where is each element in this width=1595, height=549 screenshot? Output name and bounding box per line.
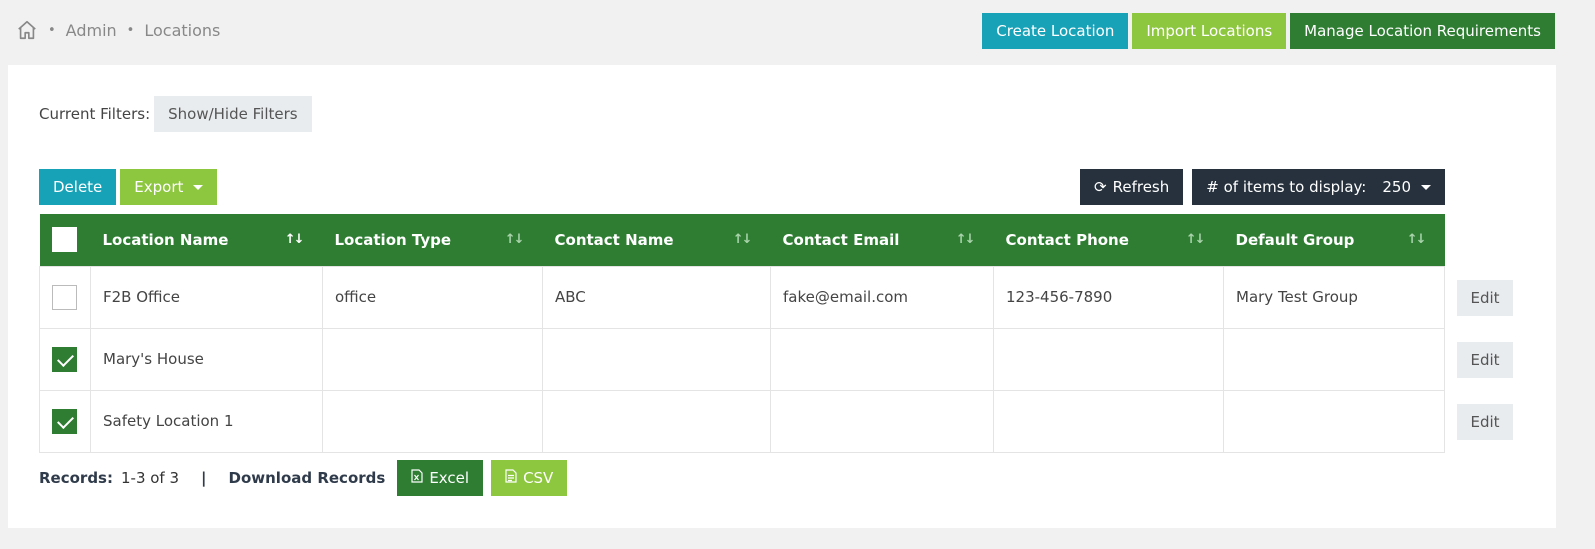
import-locations-button[interactable]: Import Locations: [1132, 13, 1287, 49]
cell-location-type: [322, 327, 543, 391]
items-per-page-label: # of items to display:: [1206, 178, 1367, 196]
cell-default-group: [1223, 389, 1445, 453]
locations-panel: Current Filters: Show/Hide Filters Delet…: [8, 65, 1556, 528]
sort-icon[interactable]: ↑↓: [505, 232, 525, 247]
row-checkbox[interactable]: [52, 346, 77, 372]
items-per-page-dropdown[interactable]: # of items to display: 250: [1192, 169, 1445, 205]
sort-icon[interactable]: ↑↓: [1186, 232, 1206, 247]
cell-contact-email: [770, 389, 994, 453]
breadcrumb: • Admin • Locations: [16, 19, 220, 41]
cell-default-group: [1223, 327, 1445, 391]
row-select-cell: [39, 389, 91, 453]
filters-bar: Current Filters: Show/Hide Filters: [39, 96, 312, 132]
records-label: Records:: [39, 469, 113, 487]
current-filters-label: Current Filters:: [39, 105, 151, 123]
sort-icon[interactable]: ↑↓: [285, 232, 305, 247]
manage-location-requirements-button[interactable]: Manage Location Requirements: [1290, 13, 1555, 49]
column-header-label: Contact Phone: [1005, 230, 1129, 249]
select-all-cell: [39, 214, 91, 266]
refresh-label: Refresh: [1112, 178, 1170, 196]
column-header-contact-phone[interactable]: Contact Phone ↑↓: [993, 214, 1224, 266]
csv-label: CSV: [523, 469, 554, 487]
breadcrumb-admin[interactable]: Admin: [66, 21, 117, 40]
delete-button[interactable]: Delete: [39, 169, 117, 205]
download-records-label: Download Records: [228, 469, 386, 487]
sort-icon[interactable]: ↑↓: [956, 232, 976, 247]
top-actions: Create Location Import Locations Manage …: [982, 13, 1555, 49]
list-actions: Delete Export: [39, 169, 218, 205]
row-edit-actions: Edit Edit Edit: [1457, 280, 1513, 440]
cell-default-group: Mary Test Group: [1223, 265, 1445, 329]
cell-location-type: [322, 389, 543, 453]
row-checkbox[interactable]: [52, 408, 77, 434]
cell-contact-email: fake@email.com: [770, 265, 994, 329]
refresh-button[interactable]: ⟳ Refresh: [1080, 169, 1184, 205]
show-hide-filters-button[interactable]: Show/Hide Filters: [154, 96, 312, 132]
row-select-cell: [39, 265, 91, 329]
locations-table: Location Name ↑↓ Location Type ↑↓ Contac…: [39, 214, 1445, 453]
cell-location-type: office: [322, 265, 543, 329]
caret-down-icon: [193, 184, 204, 190]
edit-button[interactable]: Edit: [1457, 404, 1513, 440]
table-row: Mary's House: [39, 327, 1445, 391]
breadcrumb-separator: •: [126, 22, 135, 38]
cell-contact-name: ABC: [542, 265, 771, 329]
column-header-contact-email[interactable]: Contact Email ↑↓: [770, 214, 994, 266]
sort-icon[interactable]: ↑↓: [1407, 232, 1427, 247]
create-location-button[interactable]: Create Location: [982, 13, 1129, 49]
excel-label: Excel: [429, 469, 470, 487]
column-header-label: Contact Email: [782, 230, 900, 249]
home-icon[interactable]: [16, 19, 38, 41]
display-actions: ⟳ Refresh # of items to display: 250: [1080, 169, 1445, 205]
column-header-location-type[interactable]: Location Type ↑↓: [322, 214, 543, 266]
column-header-location-name[interactable]: Location Name ↑↓: [90, 214, 323, 266]
column-header-label: Location Name: [102, 230, 229, 249]
table-header-row: Location Name ↑↓ Location Type ↑↓ Contac…: [39, 214, 1445, 266]
column-header-label: Location Type: [334, 230, 452, 249]
edit-button[interactable]: Edit: [1457, 280, 1513, 316]
cell-contact-name: [542, 389, 771, 453]
refresh-icon: ⟳: [1094, 178, 1107, 196]
column-header-label: Default Group: [1235, 230, 1355, 249]
edit-button[interactable]: Edit: [1457, 342, 1513, 378]
column-header-default-group[interactable]: Default Group ↑↓: [1223, 214, 1445, 266]
cell-contact-email: [770, 327, 994, 391]
breadcrumb-separator: •: [48, 22, 56, 38]
file-excel-icon: [411, 469, 423, 487]
cell-location-name: Safety Location 1: [90, 389, 323, 453]
records-value: 1-3 of 3: [120, 469, 180, 487]
cell-location-name: Mary's House: [90, 327, 323, 391]
cell-contact-phone: 123-456-7890: [993, 265, 1224, 329]
select-all-checkbox[interactable]: [51, 227, 77, 253]
excel-download-button[interactable]: Excel: [397, 460, 484, 496]
items-per-page-value: 250: [1382, 178, 1411, 196]
caret-down-icon: [1421, 184, 1431, 190]
table-row: F2B Office office ABC fake@email.com 123…: [39, 265, 1445, 329]
column-header-label: Contact Name: [554, 230, 674, 249]
cell-contact-name: [542, 327, 771, 391]
cell-location-name: F2B Office: [90, 265, 323, 329]
table-footer: Records: 1-3 of 3 | Download Records Exc…: [39, 460, 568, 496]
table-row: Safety Location 1: [39, 389, 1445, 453]
row-select-cell: [39, 327, 91, 391]
export-label: Export: [134, 178, 184, 196]
column-header-contact-name[interactable]: Contact Name ↑↓: [542, 214, 771, 266]
file-text-icon: [505, 469, 517, 487]
footer-separator: |: [201, 469, 207, 487]
csv-download-button[interactable]: CSV: [491, 460, 568, 496]
row-checkbox[interactable]: [52, 284, 77, 310]
cell-contact-phone: [993, 389, 1224, 453]
sort-icon[interactable]: ↑↓: [733, 232, 753, 247]
breadcrumb-locations: Locations: [144, 20, 221, 40]
export-dropdown-button[interactable]: Export: [120, 169, 218, 205]
cell-contact-phone: [993, 327, 1224, 391]
